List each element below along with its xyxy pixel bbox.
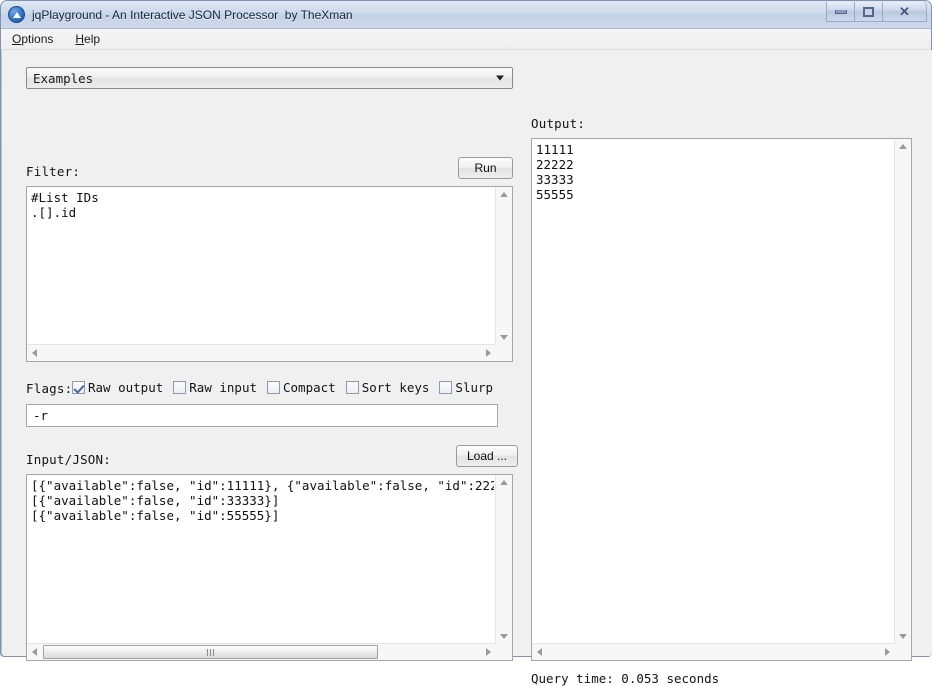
flag-raw-input[interactable]: Raw input bbox=[173, 380, 257, 395]
checkbox-raw-input[interactable] bbox=[173, 381, 187, 394]
maximize-icon bbox=[863, 6, 874, 17]
scroll-left-icon[interactable] bbox=[537, 648, 542, 656]
scroll-right-icon[interactable] bbox=[486, 648, 491, 656]
window-title: jqPlayground - An Interactive JSON Proce… bbox=[32, 7, 353, 22]
filter-textarea[interactable]: #List IDs .[].id bbox=[26, 186, 513, 362]
menu-item-options-label: ptions bbox=[21, 32, 54, 46]
flag-raw-input-label: Raw input bbox=[189, 380, 257, 395]
flags-row: Raw output Raw input Compact Sort keys S… bbox=[72, 380, 503, 395]
flags-label: Flags: bbox=[26, 381, 73, 396]
filter-text: #List IDs .[].id bbox=[31, 190, 99, 220]
load-button[interactable]: Load ... bbox=[456, 445, 518, 467]
scrollbar-corner bbox=[895, 644, 911, 660]
output-label: Output: bbox=[531, 116, 586, 131]
menu-item-help[interactable]: Help bbox=[72, 31, 103, 47]
client-area: Examples Filter: Run #List IDs .[].id Fl… bbox=[2, 50, 932, 686]
scroll-right-icon[interactable] bbox=[486, 349, 491, 357]
maximize-button[interactable] bbox=[854, 2, 883, 22]
flag-slurp[interactable]: Slurp bbox=[439, 380, 493, 395]
checkbox-sort-keys[interactable] bbox=[345, 381, 359, 394]
checkbox-compact[interactable] bbox=[267, 381, 280, 394]
scrollbar-corner bbox=[496, 345, 512, 361]
scroll-down-icon[interactable] bbox=[899, 634, 907, 639]
app-logo-icon bbox=[8, 6, 25, 23]
flag-raw-output[interactable]: Raw output bbox=[72, 380, 163, 395]
close-icon: ✕ bbox=[899, 4, 910, 19]
run-button[interactable]: Run bbox=[458, 157, 513, 179]
filter-label: Filter: bbox=[26, 164, 81, 179]
input-json-textarea[interactable]: [{"available":false, "id":11111}, {"avai… bbox=[26, 474, 513, 661]
flag-sort-keys[interactable]: Sort keys bbox=[345, 380, 430, 395]
flag-compact[interactable]: Compact bbox=[267, 380, 336, 395]
output-textarea[interactable]: 11111 22222 33333 55555 bbox=[531, 138, 912, 661]
checkbox-slurp[interactable] bbox=[439, 381, 453, 394]
input-horizontal-scrollbar[interactable] bbox=[27, 643, 496, 660]
close-button[interactable]: ✕ bbox=[882, 2, 927, 22]
application-window: jqPlayground - An Interactive JSON Proce… bbox=[0, 0, 932, 686]
scroll-up-icon[interactable] bbox=[500, 480, 508, 485]
chevron-down-icon bbox=[496, 75, 504, 81]
flag-raw-output-label: Raw output bbox=[88, 380, 164, 395]
scrollbar-corner bbox=[496, 644, 512, 660]
minimize-button[interactable] bbox=[826, 2, 855, 22]
menu-bar: Options Help bbox=[1, 29, 931, 50]
filter-horizontal-scrollbar[interactable] bbox=[27, 344, 496, 361]
filter-vertical-scrollbar[interactable] bbox=[495, 187, 512, 345]
flag-sort-keys-label: Sort keys bbox=[361, 380, 430, 395]
window-controls: ✕ bbox=[826, 2, 927, 22]
input-json-label: Input/JSON: bbox=[26, 452, 111, 467]
output-vertical-scrollbar[interactable] bbox=[894, 139, 911, 644]
scroll-thumb-grip-icon bbox=[207, 648, 214, 656]
flags-input[interactable]: -r bbox=[26, 404, 498, 427]
output-horizontal-scrollbar[interactable] bbox=[532, 643, 895, 660]
scroll-down-icon[interactable] bbox=[500, 335, 508, 340]
scroll-left-icon[interactable] bbox=[32, 349, 37, 357]
flag-slurp-label: Slurp bbox=[455, 380, 494, 395]
output-text: 11111 22222 33333 55555 bbox=[536, 142, 574, 202]
menu-item-help-label: elp bbox=[84, 32, 101, 46]
scroll-up-icon[interactable] bbox=[500, 192, 508, 197]
scroll-down-icon[interactable] bbox=[500, 634, 508, 639]
scroll-up-icon[interactable] bbox=[899, 144, 907, 149]
input-vertical-scrollbar[interactable] bbox=[495, 475, 512, 644]
query-time-status: Query time: 0.053 seconds bbox=[531, 671, 720, 686]
input-json-text: [{"available":false, "id":11111}, {"avai… bbox=[31, 478, 494, 523]
checkbox-raw-output[interactable] bbox=[72, 381, 85, 394]
title-bar: jqPlayground - An Interactive JSON Proce… bbox=[1, 1, 931, 29]
examples-dropdown-value: Examples bbox=[33, 70, 94, 86]
scroll-left-icon[interactable] bbox=[32, 648, 37, 656]
menu-item-options[interactable]: Options bbox=[9, 31, 56, 47]
scroll-right-icon[interactable] bbox=[885, 648, 890, 656]
flag-compact-label: Compact bbox=[283, 380, 336, 395]
minimize-icon bbox=[834, 9, 847, 14]
examples-dropdown[interactable]: Examples bbox=[26, 67, 513, 89]
flags-input-value: -r bbox=[33, 408, 49, 423]
